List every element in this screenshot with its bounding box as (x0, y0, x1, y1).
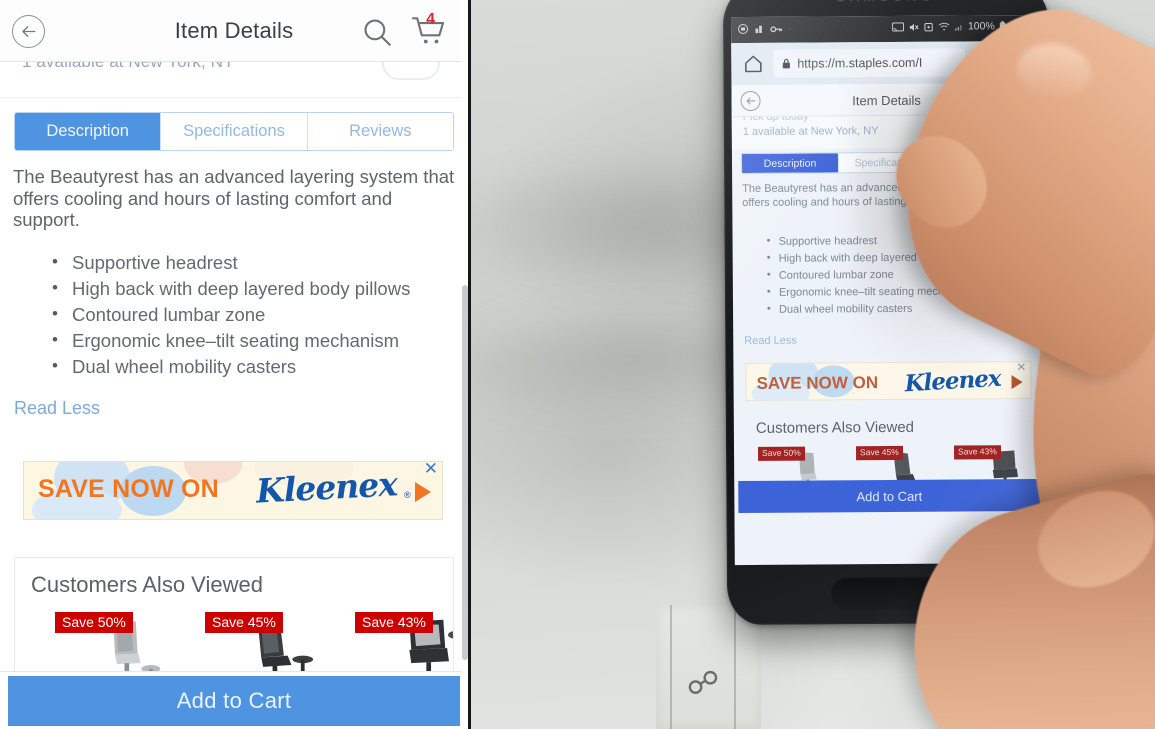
play-triangle-icon[interactable] (1011, 375, 1023, 390)
list-item: Contoured lumbar zone (767, 266, 1037, 285)
add-to-cart-button[interactable]: Add to Cart (8, 675, 460, 726)
list-item: Supportive headrest (52, 249, 452, 276)
product-card[interactable]: Save 43% (333, 612, 453, 676)
availability-toggle-ghost[interactable] (382, 62, 440, 80)
save-badge: Save 45% (205, 612, 283, 633)
availability-toggle-ghost[interactable] (989, 114, 1026, 138)
kleenex-ad-banner[interactable]: SAVE NOW ON Kleenex ✕ (745, 361, 1032, 401)
home-button[interactable] (829, 575, 951, 611)
cart-badge: 4 (1026, 83, 1032, 95)
phone-app-header: Item Details 4 (731, 82, 1042, 118)
list-item: Ergonomic knee–tilt seating mechanism (767, 283, 1037, 302)
status-clock: 12:08 (1009, 19, 1037, 33)
ad-headline: SAVE NOW ON (38, 475, 219, 503)
description-bullet-list: Supportive headrest High back with deep … (767, 232, 1038, 319)
search-icon[interactable] (983, 91, 999, 107)
tab-reviews[interactable]: Reviews (306, 113, 453, 150)
list-item: Ergonomic knee–tilt seating mechanism (52, 327, 452, 354)
wifi-icon (938, 22, 950, 31)
availability-text: 1 available at New York, NY (22, 62, 235, 72)
android-status-bar: · 100% 12:08 (730, 14, 1042, 44)
tab-description[interactable]: Description (741, 153, 839, 174)
list-item: Supportive headrest (767, 232, 1037, 251)
kleenex-logo: Kleenex (255, 464, 398, 511)
url-bar[interactable]: https://m.staples.com/I (773, 48, 966, 78)
battery-percent: 100% (967, 20, 995, 33)
save-badge: Save 45% (855, 445, 903, 460)
signal-chart-icon (755, 25, 762, 33)
detail-tabs: Description Specifications Reviews (14, 112, 454, 151)
tab-switcher-button[interactable]: 2 (976, 51, 998, 73)
close-x-icon[interactable]: ✕ (424, 462, 438, 477)
save-badge: Save 50% (55, 612, 133, 633)
customers-also-viewed-card: Customers Also Viewed Save 50% Save 45% … (14, 557, 454, 677)
read-less-link[interactable]: Read Less (14, 398, 100, 419)
alarm-icon (924, 22, 933, 31)
product-card[interactable]: Save 45% (183, 612, 323, 676)
description-paragraph: The Beautyrest has an advanced layering … (742, 181, 1011, 209)
vpn-key-icon (770, 25, 783, 32)
phone-brand-label: SAMSUNG (723, 0, 1049, 5)
list-item: Dual wheel mobility casters (52, 353, 452, 380)
pickup-line: Pick up today (742, 114, 809, 124)
section-title: Customers Also Viewed (755, 418, 915, 437)
list-item: Dual wheel mobility casters (767, 300, 1037, 319)
home-icon[interactable] (743, 54, 763, 74)
url-text: https://m.staples.com/I (797, 55, 923, 71)
add-to-cart-bar: Add to Cart (0, 671, 468, 729)
tab-description[interactable]: Description (15, 113, 161, 150)
cast-icon (891, 21, 904, 32)
app-circle-icon (738, 24, 749, 35)
availability-strip: Pick up today 1 available at New York, N… (731, 114, 1042, 150)
cellular-signal-icon (954, 24, 962, 31)
play-triangle-icon[interactable] (415, 482, 431, 502)
tab-specifications[interactable]: Specifications (837, 152, 936, 173)
list-item: High back with deep layered body pillows (767, 249, 1037, 268)
cart-button[interactable]: 4 (410, 11, 450, 50)
description-paragraph: The Beautyrest has an advanced layering … (13, 166, 455, 230)
search-icon (364, 19, 391, 46)
add-to-cart-button[interactable]: Add to Cart (738, 478, 1041, 514)
page-title: Item Details (174, 18, 294, 43)
tab-specifications[interactable]: Specifications (160, 113, 307, 150)
usb-symbol-icon: ☍ (686, 665, 720, 701)
product-carousel[interactable]: Save 50% Save 45% Save 43% (15, 612, 453, 676)
list-item: High back with deep layered body pillows (52, 275, 452, 302)
product-card[interactable]: Save 50% (33, 612, 173, 676)
tab-reviews[interactable]: Reviews (934, 151, 1033, 172)
detail-tabs: Description Specifications Reviews (740, 150, 1034, 175)
screenshot-root: Item Details 4 1 available at New York, … (0, 0, 1155, 729)
ad-headline: SAVE NOW ON (756, 373, 879, 393)
lock-icon (782, 58, 790, 69)
mute-icon (909, 23, 919, 31)
trademark-symbol: ® (404, 490, 411, 500)
browser-toolbar: https://m.staples.com/I 2 (731, 40, 1042, 86)
app-header: Item Details 4 (0, 0, 468, 62)
cart-badge: 4 (426, 11, 435, 28)
kleenex-logo: Kleenex (903, 364, 1002, 398)
section-title: Customers Also Viewed (31, 572, 263, 597)
physical-phone-photo-pane: ☍ SAMSUNG (471, 0, 1155, 729)
save-badge: Save 50% (757, 446, 805, 461)
availability-strip: 1 available at New York, NY (0, 62, 468, 98)
mirrored-app-pane: Item Details 4 1 available at New York, … (0, 0, 468, 729)
kebab-menu-icon[interactable] (1012, 52, 1016, 73)
phone-screen[interactable]: · 100% 12:08 https://m.staples.com/I 2 I… (730, 14, 1045, 566)
description-bullet-list: Supportive headrest High back with deep … (52, 249, 452, 380)
availability-text: 1 available at New York, NY (742, 125, 879, 139)
list-item: Contoured lumbar zone (52, 301, 452, 328)
close-x-icon[interactable]: ✕ (1016, 361, 1026, 374)
kleenex-ad-banner[interactable]: SAVE NOW ON Kleenex ® ✕ (23, 461, 443, 520)
read-less-link[interactable]: Read Less (744, 335, 797, 347)
save-badge: Save 43% (355, 612, 433, 633)
save-badge: Save 43% (953, 445, 1001, 460)
search-button[interactable] (360, 15, 394, 49)
samsung-phone-device: SAMSUNG (722, 0, 1054, 626)
battery-full-icon (999, 20, 1006, 32)
